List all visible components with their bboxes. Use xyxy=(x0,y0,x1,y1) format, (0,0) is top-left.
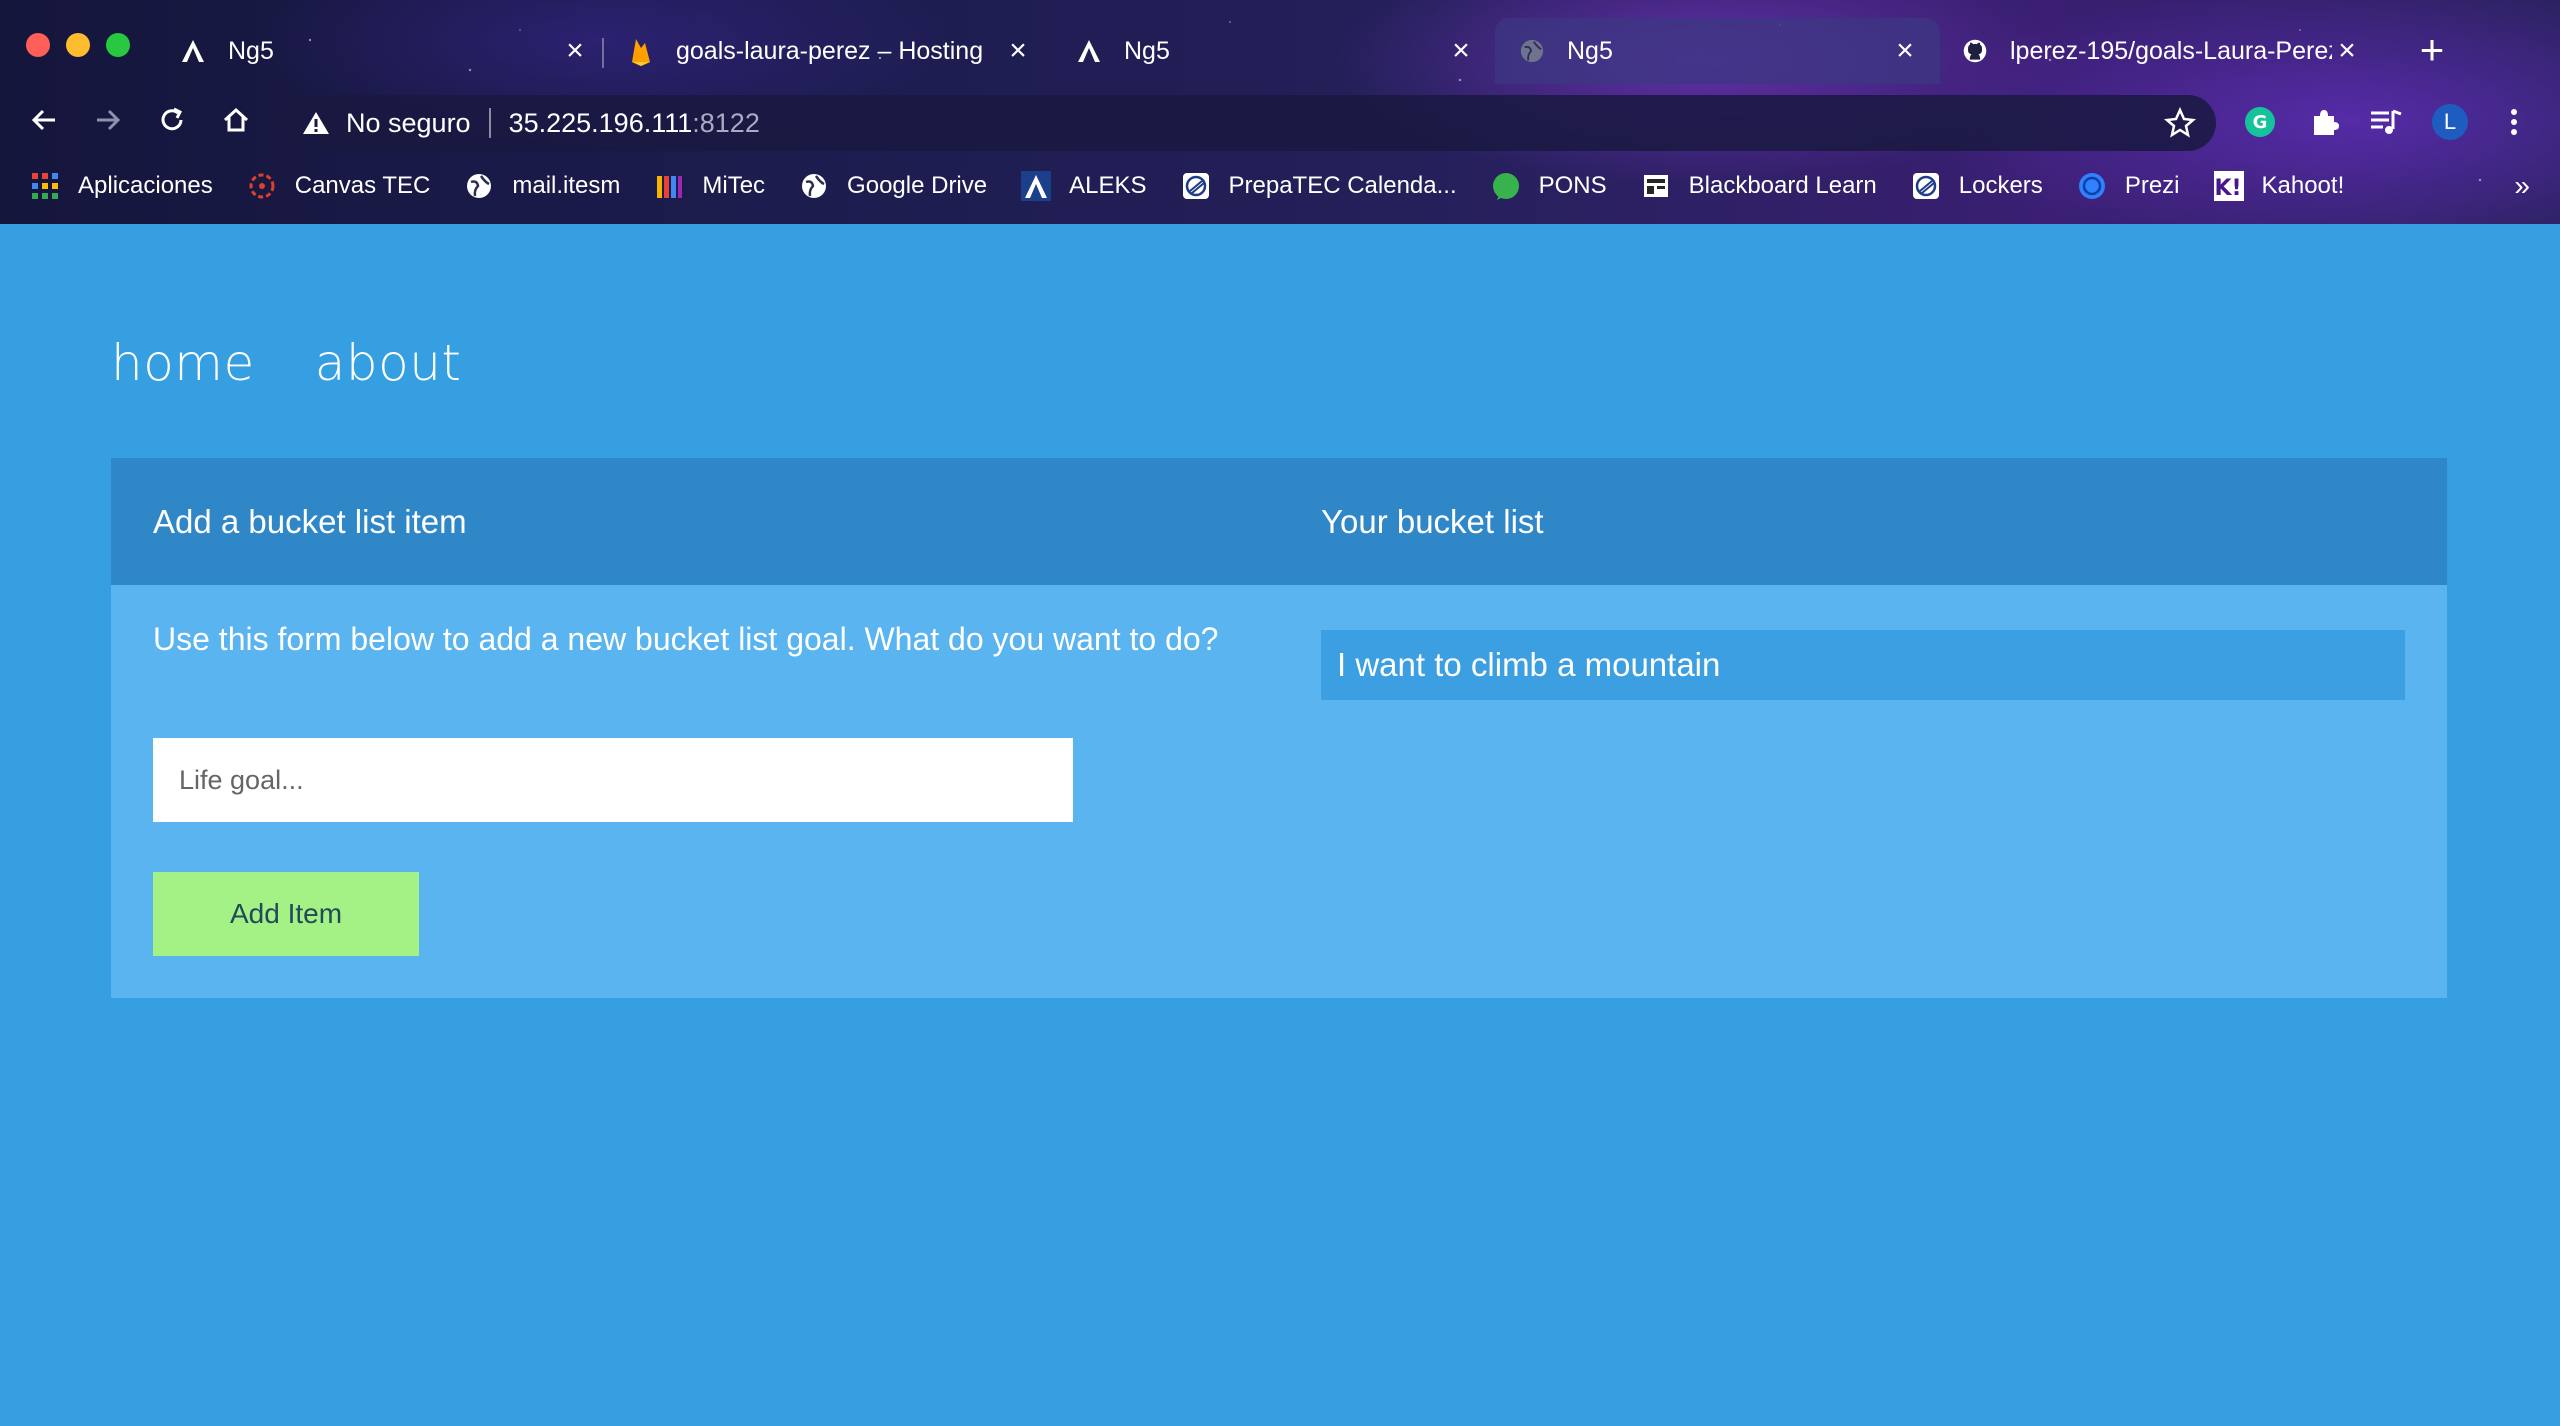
bookmark-label: PONS xyxy=(1538,172,1607,199)
bookmark-google-drive[interactable]: Google Drive xyxy=(799,171,987,201)
more-bookmarks-icon[interactable]: » xyxy=(2514,170,2530,202)
tab-separator xyxy=(602,38,604,68)
close-tab-icon[interactable]: × xyxy=(1003,36,1033,66)
firebase-icon xyxy=(628,38,654,66)
tec-icon xyxy=(1181,171,1211,201)
bookmark-label: Blackboard Learn xyxy=(1688,172,1877,199)
bucket-list-panel: Add a bucket list item Your bucket list … xyxy=(111,458,2447,998)
github-icon xyxy=(1962,38,1988,64)
bookmark-pons[interactable]: PONS xyxy=(1491,171,1607,201)
prezi-icon xyxy=(2077,171,2107,201)
add-item-heading: Add a bucket list item xyxy=(153,503,467,540)
blackboard-icon xyxy=(1641,171,1671,201)
globe-icon xyxy=(464,171,494,201)
home-icon xyxy=(221,105,251,140)
nav-home-link[interactable]: home xyxy=(111,334,255,392)
kahoot-icon: K! xyxy=(2213,171,2244,201)
main-nav: home about xyxy=(111,334,462,392)
bookmark-mail-itesm[interactable]: mail.itesm xyxy=(464,171,620,201)
close-tab-icon[interactable]: × xyxy=(560,36,590,66)
bookmark-label: mail.itesm xyxy=(512,172,621,199)
bookmark-canvas-tec[interactable]: Canvas TEC xyxy=(247,171,431,201)
bookmark-label: Prezi xyxy=(2124,172,2180,199)
bookmark-lockers[interactable]: Lockers xyxy=(1911,171,2043,201)
close-tab-icon[interactable]: × xyxy=(2332,36,2362,66)
url-host: 35.225.196.111 xyxy=(508,107,693,138)
arrow-left-icon xyxy=(29,105,59,140)
close-tab-icon[interactable]: × xyxy=(1446,36,1476,66)
tab-title: Ng5 xyxy=(228,36,274,65)
media-control-icon[interactable] xyxy=(2368,104,2404,140)
tab-1[interactable]: Ng5 × xyxy=(180,18,590,84)
bookmark-label: MiTec xyxy=(702,172,766,199)
profile-avatar[interactable]: L xyxy=(2432,104,2468,140)
close-window-button[interactable] xyxy=(26,33,50,57)
extensions-puzzle-icon[interactable] xyxy=(2306,104,2342,140)
add-item-button[interactable]: Add Item xyxy=(153,872,419,956)
tec-icon xyxy=(1911,171,1941,201)
globe-icon xyxy=(1519,38,1545,64)
page-content: home about Add a bucket list item Your b… xyxy=(0,224,2560,1426)
tab-5[interactable]: lperez-195/goals-Laura-Perez × xyxy=(1962,18,2362,84)
bookmark-aplicaciones[interactable]: Aplicaciones xyxy=(30,171,213,201)
warning-icon xyxy=(302,109,330,137)
tab-title: Ng5 xyxy=(1124,36,1170,65)
globe-icon xyxy=(799,171,829,201)
tab-3[interactable]: Ng5 × xyxy=(1076,18,1476,84)
bookmark-label: Lockers xyxy=(1958,172,2043,199)
browser-chrome: Ng5 × goals-laura-perez – Hosting × Ng5 … xyxy=(0,0,2560,224)
tab-title: goals-laura-perez – Hosting xyxy=(676,36,984,65)
grammarly-icon[interactable]: G xyxy=(2242,104,2278,140)
bookmark-prepatec-calendar[interactable]: PrepaTEC Calenda... xyxy=(1181,171,1457,201)
close-tab-icon[interactable]: × xyxy=(1890,36,1920,66)
canvas-icon xyxy=(247,171,277,201)
home-button[interactable] xyxy=(214,100,258,144)
forward-button[interactable] xyxy=(86,100,130,144)
pons-icon xyxy=(1491,171,1521,201)
tab-4-active[interactable]: Ng5 × xyxy=(1495,18,1940,84)
bucket-list-item[interactable]: I want to climb a mountain xyxy=(1321,630,2405,700)
bookmark-prezi[interactable]: Prezi xyxy=(2077,171,2180,201)
maximize-window-button[interactable] xyxy=(106,33,130,57)
address-bar[interactable]: No seguro 35.225.196.111:8122 xyxy=(280,95,2216,151)
apps-grid-icon xyxy=(30,171,60,201)
form-instructions: Use this form below to add a new bucket … xyxy=(153,621,1219,657)
life-goal-input[interactable] xyxy=(153,738,1073,822)
bookmarks-bar: Aplicaciones Canvas TEC mail.itesm MiTec… xyxy=(0,162,2560,210)
address-divider xyxy=(488,108,491,138)
nav-about-link[interactable]: about xyxy=(315,334,462,392)
url-port: :8122 xyxy=(692,107,760,138)
reload-icon xyxy=(157,105,187,140)
bookmark-label: Google Drive xyxy=(847,172,988,199)
bookmark-star-icon[interactable] xyxy=(2164,106,2196,139)
svg-text:K!: K! xyxy=(2214,176,2241,201)
aleks-icon xyxy=(1021,171,1052,201)
minimize-window-button[interactable] xyxy=(66,33,90,57)
kebab-menu-icon[interactable] xyxy=(2496,104,2532,140)
tab-title: lperez-195/goals-Laura-Perez xyxy=(2010,36,2332,65)
bookmark-label: Kahoot! xyxy=(2261,172,2345,199)
bucket-list-heading: Your bucket list xyxy=(1321,503,1544,540)
bookmark-mitec[interactable]: MiTec xyxy=(654,171,765,201)
tab-2[interactable]: goals-laura-perez – Hosting × xyxy=(628,18,1033,84)
tab-title: Ng5 xyxy=(1567,36,1613,65)
angular-icon xyxy=(1076,38,1102,64)
panel-header: Add a bucket list item Your bucket list xyxy=(111,458,2447,585)
bookmark-blackboard-learn[interactable]: Blackboard Learn xyxy=(1641,171,1877,201)
bookmark-label: PrepaTEC Calenda... xyxy=(1228,172,1457,199)
back-button[interactable] xyxy=(22,100,66,144)
new-tab-button[interactable]: + xyxy=(2410,29,2454,74)
arrow-right-icon xyxy=(93,105,123,140)
security-label[interactable]: No seguro xyxy=(346,108,471,139)
svg-text:G: G xyxy=(2253,112,2268,133)
bookmark-label: ALEKS xyxy=(1069,172,1147,199)
bookmark-label: Canvas TEC xyxy=(294,172,431,199)
bookmark-label: Aplicaciones xyxy=(78,172,213,199)
bookmark-aleks[interactable]: ALEKS xyxy=(1021,171,1147,201)
angular-icon xyxy=(180,38,206,64)
bookmark-kahoot[interactable]: K! Kahoot! xyxy=(2213,171,2345,201)
reload-button[interactable] xyxy=(150,100,194,144)
mitec-icon xyxy=(654,171,684,201)
